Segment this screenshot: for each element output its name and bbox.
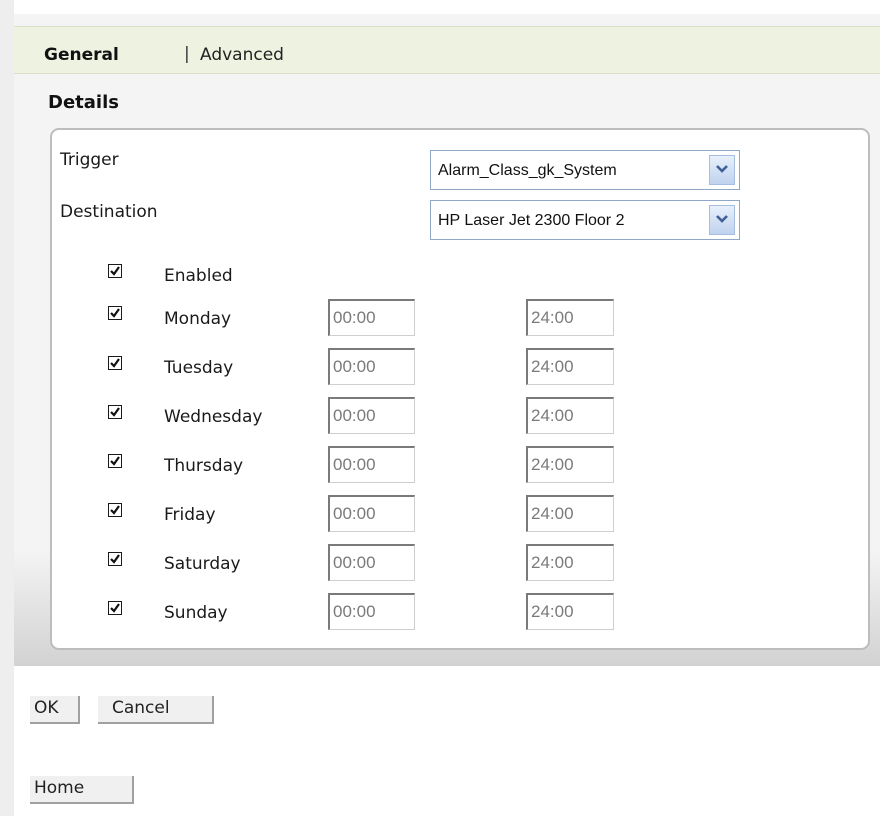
checkmark-icon (110, 266, 120, 276)
friday-start-time[interactable]: 00:00 (328, 495, 415, 532)
wednesday-start-time[interactable]: 00:00 (328, 397, 415, 434)
window-edge (0, 0, 14, 816)
destination-label: Destination (60, 202, 158, 222)
checkmark-icon (110, 554, 120, 564)
trigger-select[interactable]: Alarm_Class_gk_System (430, 150, 740, 190)
destination-dropdown-button[interactable] (709, 205, 735, 235)
saturday-checkbox[interactable] (108, 552, 122, 566)
wednesday-end-time[interactable]: 24:00 (526, 397, 614, 434)
chevron-down-icon (716, 165, 728, 173)
dialog-panel: General | Advanced Details Trigger Alarm… (14, 14, 880, 666)
cancel-button[interactable]: Cancel (98, 696, 214, 724)
sunday-checkbox[interactable] (108, 601, 122, 615)
ok-button[interactable]: OK (30, 696, 80, 724)
monday-label: Monday (164, 309, 232, 329)
sunday-start-time[interactable]: 00:00 (328, 593, 415, 630)
monday-checkbox[interactable] (108, 306, 122, 320)
thursday-checkbox[interactable] (108, 454, 122, 468)
tab-advanced[interactable]: Advanced (200, 45, 284, 65)
destination-select-value: HP Laser Jet 2300 Floor 2 (438, 212, 625, 229)
destination-select[interactable]: HP Laser Jet 2300 Floor 2 (430, 200, 740, 240)
friday-label: Friday (164, 505, 216, 525)
thursday-start-time[interactable]: 00:00 (328, 446, 415, 483)
checkmark-icon (110, 456, 120, 466)
wednesday-label: Wednesday (164, 407, 263, 427)
tab-separator: | (184, 44, 190, 64)
monday-end-time[interactable]: 24:00 (526, 299, 614, 336)
saturday-end-time[interactable]: 24:00 (526, 544, 614, 581)
trigger-dropdown-button[interactable] (709, 155, 735, 185)
checkmark-icon (110, 407, 120, 417)
checkmark-icon (110, 358, 120, 368)
thursday-label: Thursday (164, 456, 244, 476)
trigger-label: Trigger (60, 150, 119, 170)
enabled-label: Enabled (164, 266, 233, 286)
tab-general[interactable]: General (44, 45, 119, 65)
details-group: Trigger Alarm_Class_gk_System Destinatio… (50, 128, 870, 650)
tuesday-label: Tuesday (164, 358, 234, 378)
home-button[interactable]: Home (30, 776, 134, 804)
checkmark-icon (110, 603, 120, 613)
tab-bar: General | Advanced (14, 26, 880, 74)
thursday-end-time[interactable]: 24:00 (526, 446, 614, 483)
wednesday-checkbox[interactable] (108, 405, 122, 419)
chevron-down-icon (716, 215, 728, 223)
sunday-end-time[interactable]: 24:00 (526, 593, 614, 630)
enabled-checkbox[interactable] (108, 264, 122, 278)
details-title: Details (48, 92, 119, 113)
tuesday-start-time[interactable]: 00:00 (328, 348, 415, 385)
trigger-select-value: Alarm_Class_gk_System (438, 162, 617, 179)
saturday-label: Saturday (164, 554, 241, 574)
saturday-start-time[interactable]: 00:00 (328, 544, 415, 581)
tuesday-checkbox[interactable] (108, 356, 122, 370)
monday-start-time[interactable]: 00:00 (328, 299, 415, 336)
checkmark-icon (110, 308, 120, 318)
tuesday-end-time[interactable]: 24:00 (526, 348, 614, 385)
friday-checkbox[interactable] (108, 503, 122, 517)
checkmark-icon (110, 505, 120, 515)
friday-end-time[interactable]: 24:00 (526, 495, 614, 532)
sunday-label: Sunday (164, 603, 228, 623)
